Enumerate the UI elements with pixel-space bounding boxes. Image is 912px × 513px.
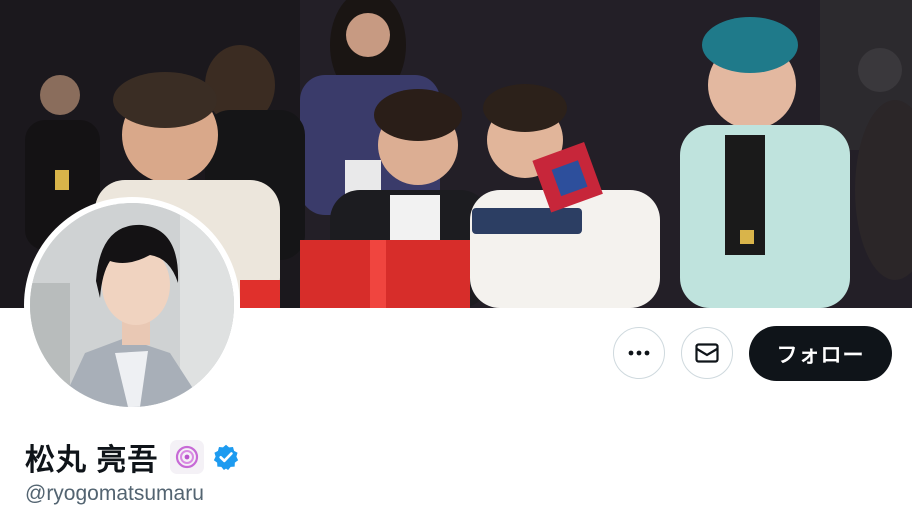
verified-check-icon [214, 444, 239, 470]
avatar-image [30, 203, 234, 407]
follow-button[interactable]: フォロー [749, 326, 892, 381]
profile-avatar[interactable] [24, 197, 240, 413]
envelope-icon [695, 343, 719, 363]
verified-badge[interactable] [212, 443, 240, 471]
profile-name-row: 松丸 亮吾 [25, 437, 240, 477]
more-button[interactable] [613, 327, 665, 379]
affiliation-badge[interactable] [170, 440, 205, 474]
spiral-logo-icon [176, 445, 199, 469]
display-name: 松丸 亮吾 [25, 444, 159, 477]
message-button[interactable] [681, 327, 733, 379]
user-handle: @ryogomatsumaru [25, 482, 204, 505]
more-horizontal-icon [628, 350, 650, 356]
